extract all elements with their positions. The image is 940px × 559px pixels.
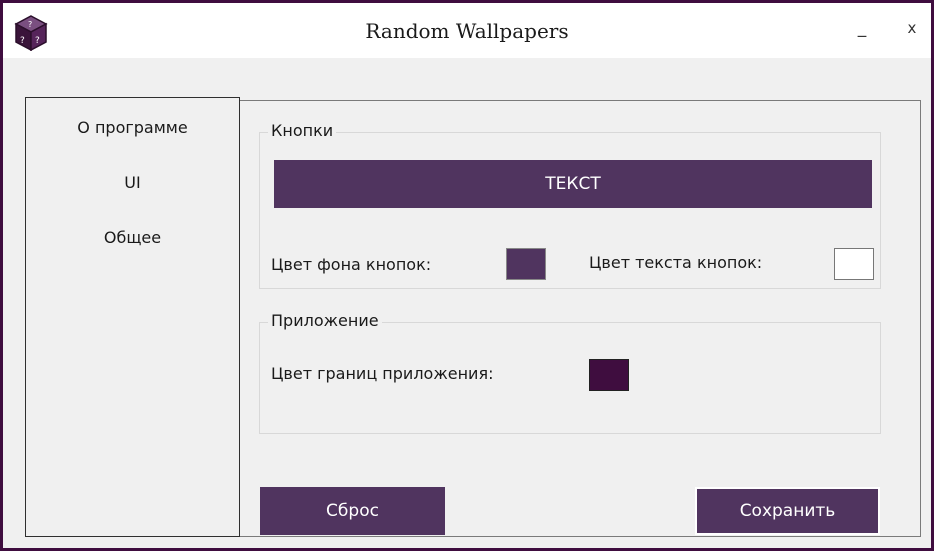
button-preview[interactable]: ТЕКСТ (274, 160, 872, 208)
button-bg-color-label: Цвет фона кнопок: (271, 255, 432, 274)
app-group: Приложение Цвет границ приложения: (259, 311, 881, 434)
buttons-group: Кнопки ТЕКСТ Цвет фона кнопок: Цвет текс… (259, 121, 881, 289)
app-window: ? ? ? Random Wallpapers _ x О программе … (0, 0, 934, 551)
sidebar: О программе UI Общее (25, 97, 240, 537)
minimize-button[interactable]: _ (853, 17, 871, 39)
sidebar-item-ui[interactable]: UI (26, 173, 239, 192)
app-border-color-label: Цвет границ приложения: (271, 364, 494, 383)
close-button[interactable]: x (903, 17, 921, 39)
window-title: Random Wallpapers (365, 19, 569, 43)
button-text-color-swatch[interactable] (834, 248, 874, 280)
title-bar[interactable]: ? ? ? Random Wallpapers _ x (3, 3, 931, 58)
reset-button[interactable]: Сброс (260, 487, 445, 535)
sidebar-item-general[interactable]: Общее (26, 228, 239, 247)
button-text-color-label: Цвет текста кнопок: (589, 253, 763, 272)
sidebar-item-about[interactable]: О программе (26, 118, 239, 137)
app-group-title: Приложение (268, 311, 382, 330)
app-border-color-swatch[interactable] (589, 359, 629, 391)
buttons-group-title: Кнопки (268, 121, 337, 140)
save-button[interactable]: Сохранить (695, 487, 880, 535)
button-bg-color-swatch[interactable] (506, 248, 546, 280)
settings-panel: Кнопки ТЕКСТ Цвет фона кнопок: Цвет текс… (240, 100, 921, 537)
